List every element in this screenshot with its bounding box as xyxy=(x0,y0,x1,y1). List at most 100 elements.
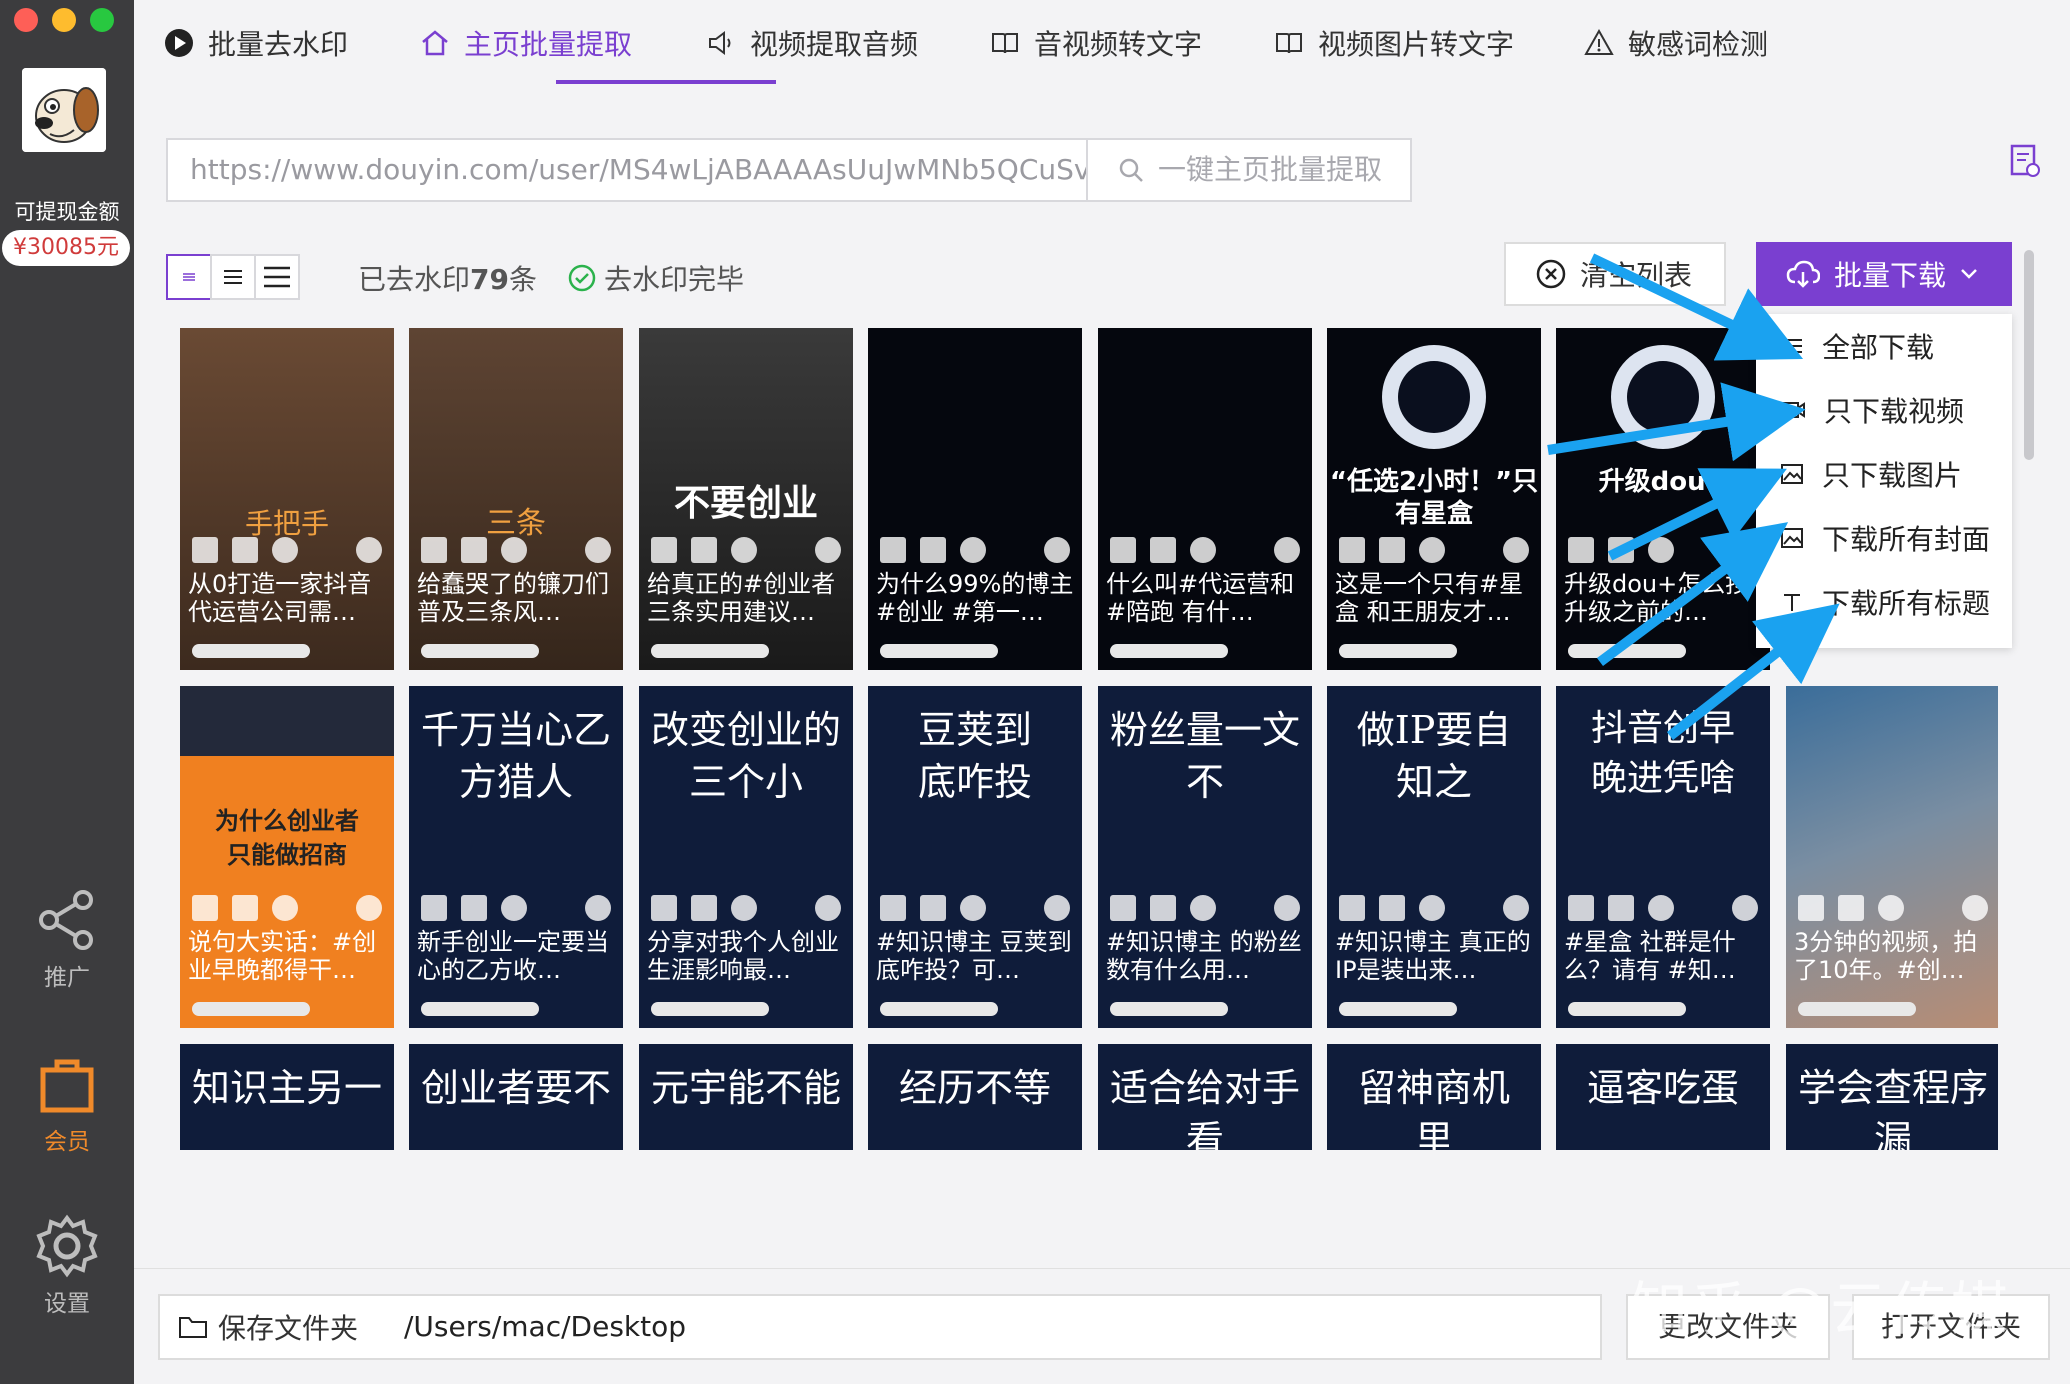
save-icon[interactable] xyxy=(421,537,447,563)
member-button[interactable]: 会员 xyxy=(0,1052,134,1156)
play-icon[interactable] xyxy=(272,537,298,563)
record-icon[interactable] xyxy=(2010,144,2040,182)
close-icon[interactable] xyxy=(1732,537,1758,563)
video-card[interactable]: 改变创业的三个小 分享对我个人创业生涯影响最… xyxy=(639,686,853,1028)
play-icon[interactable] xyxy=(1419,537,1445,563)
file-icon[interactable] xyxy=(1608,537,1634,563)
clear-list-button[interactable]: 清空列表 xyxy=(1504,242,1726,306)
minimize-window-button[interactable] xyxy=(52,8,76,32)
play-icon[interactable] xyxy=(501,895,527,921)
menu-download-images[interactable]: 只下载图片 xyxy=(1756,442,2012,506)
play-icon[interactable] xyxy=(960,537,986,563)
play-icon[interactable] xyxy=(1878,895,1904,921)
view-compact-button[interactable] xyxy=(166,254,212,300)
close-icon[interactable] xyxy=(1274,537,1300,563)
play-icon[interactable] xyxy=(1190,537,1216,563)
save-icon[interactable] xyxy=(1110,895,1136,921)
play-icon[interactable] xyxy=(1648,537,1674,563)
video-card[interactable]: 千万当心乙方猎人 新手创业一定要当心的乙方收… xyxy=(409,686,623,1028)
close-icon[interactable] xyxy=(1044,895,1070,921)
tab-sensitive-words[interactable]: 敏感词检测 xyxy=(1584,18,1768,68)
video-card[interactable]: 为什么创业者只能做招商 说句大实话：#创业早晚都得干… xyxy=(180,686,394,1028)
file-icon[interactable] xyxy=(691,537,717,563)
video-card[interactable]: 学会查程序漏 xyxy=(1786,1044,1998,1150)
close-icon[interactable] xyxy=(356,537,382,563)
play-icon[interactable] xyxy=(272,895,298,921)
close-window-button[interactable] xyxy=(14,8,38,32)
play-icon[interactable] xyxy=(731,895,757,921)
file-icon[interactable] xyxy=(232,537,258,563)
file-icon[interactable] xyxy=(461,895,487,921)
tab-video-image-to-text[interactable]: 视频图片转文字 xyxy=(1274,18,1514,68)
file-icon[interactable] xyxy=(461,537,487,563)
tab-av-to-text[interactable]: 音视频转文字 xyxy=(990,18,1202,68)
save-icon[interactable] xyxy=(651,895,677,921)
settings-button[interactable]: 设置 xyxy=(0,1214,134,1318)
play-icon[interactable] xyxy=(960,895,986,921)
file-icon[interactable] xyxy=(1379,895,1405,921)
file-icon[interactable] xyxy=(691,895,717,921)
file-icon[interactable] xyxy=(232,895,258,921)
video-card[interactable]: 留神商机里 xyxy=(1327,1044,1541,1150)
play-icon[interactable] xyxy=(501,537,527,563)
save-icon[interactable] xyxy=(880,537,906,563)
save-icon[interactable] xyxy=(1568,895,1594,921)
close-icon[interactable] xyxy=(1274,895,1300,921)
video-card[interactable]: “任选2小时！”只有星盒 这是一个只有#星盒 和王朋友才… xyxy=(1327,328,1541,670)
close-icon[interactable] xyxy=(585,537,611,563)
save-icon[interactable] xyxy=(421,895,447,921)
save-icon[interactable] xyxy=(651,537,677,563)
save-icon[interactable] xyxy=(880,895,906,921)
menu-download-all[interactable]: 全部下载 xyxy=(1756,314,2012,378)
save-icon[interactable] xyxy=(192,537,218,563)
video-card[interactable]: 做IP要自知之 #知识博主 真正的IP是装出来… xyxy=(1327,686,1541,1028)
video-card[interactable]: 粉丝量一文不 #知识博主 的粉丝数有什么用… xyxy=(1098,686,1312,1028)
close-icon[interactable] xyxy=(1503,895,1529,921)
batch-download-button[interactable]: 批量下载 xyxy=(1756,242,2012,306)
close-icon[interactable] xyxy=(1044,537,1070,563)
save-path-input[interactable]: /Users/mac/Desktop xyxy=(380,1294,1602,1360)
close-icon[interactable] xyxy=(585,895,611,921)
save-icon[interactable] xyxy=(1798,895,1824,921)
video-card[interactable]: 不要创业 给真正的#创业者三条实用建议… xyxy=(639,328,853,670)
video-card[interactable]: 什么叫#代运营和#陪跑 有什… xyxy=(1098,328,1312,670)
video-card[interactable]: 手把手 从0打造一家抖音代运营公司需… xyxy=(180,328,394,670)
file-icon[interactable] xyxy=(920,537,946,563)
save-icon[interactable] xyxy=(1110,537,1136,563)
view-normal-button[interactable] xyxy=(210,254,256,300)
menu-download-titles[interactable]: 下载所有标题 xyxy=(1756,570,2012,634)
close-icon[interactable] xyxy=(1962,895,1988,921)
video-card[interactable]: 3分钟的视频，拍了10年。#创… xyxy=(1786,686,1998,1028)
file-icon[interactable] xyxy=(1150,537,1176,563)
play-icon[interactable] xyxy=(1190,895,1216,921)
close-icon[interactable] xyxy=(815,537,841,563)
save-icon[interactable] xyxy=(1339,537,1365,563)
save-icon[interactable] xyxy=(1568,537,1594,563)
tab-homepage-extract[interactable]: 主页批量提取 xyxy=(420,18,632,68)
save-icon[interactable] xyxy=(1339,895,1365,921)
view-large-button[interactable] xyxy=(254,254,300,300)
video-card[interactable]: 经历不等 xyxy=(868,1044,1082,1150)
scrollbar[interactable] xyxy=(2024,250,2034,460)
video-card[interactable]: 三条 给蠢哭了的镰刀们普及三条风… xyxy=(409,328,623,670)
file-icon[interactable] xyxy=(1379,537,1405,563)
video-card[interactable]: 为什么99%的博主#创业 #第一… xyxy=(868,328,1082,670)
video-card[interactable]: 适合给对手看 xyxy=(1098,1044,1312,1150)
file-icon[interactable] xyxy=(1838,895,1864,921)
file-icon[interactable] xyxy=(1150,895,1176,921)
menu-download-videos[interactable]: 只下载视频 xyxy=(1756,378,2012,442)
video-card[interactable]: 元宇能不能 xyxy=(639,1044,853,1150)
homepage-url-input[interactable]: https://www.douyin.com/user/MS4wLjABAAAA… xyxy=(166,138,1088,202)
play-icon[interactable] xyxy=(731,537,757,563)
file-icon[interactable] xyxy=(920,895,946,921)
menu-download-covers[interactable]: 下载所有封面 xyxy=(1756,506,2012,570)
close-icon[interactable] xyxy=(1732,895,1758,921)
close-icon[interactable] xyxy=(815,895,841,921)
promote-button[interactable]: 推广 xyxy=(0,888,134,992)
video-card[interactable]: 豆荚到底咋投 #知识博主 豆荚到底咋投？可… xyxy=(868,686,1082,1028)
batch-extract-button[interactable]: 一键主页批量提取 xyxy=(1086,138,1412,202)
avatar[interactable] xyxy=(22,68,106,152)
video-card[interactable]: 知识主另一 xyxy=(180,1044,394,1150)
video-card[interactable]: 创业者要不 xyxy=(409,1044,623,1150)
tab-extract-audio[interactable]: 视频提取音频 xyxy=(706,18,918,68)
